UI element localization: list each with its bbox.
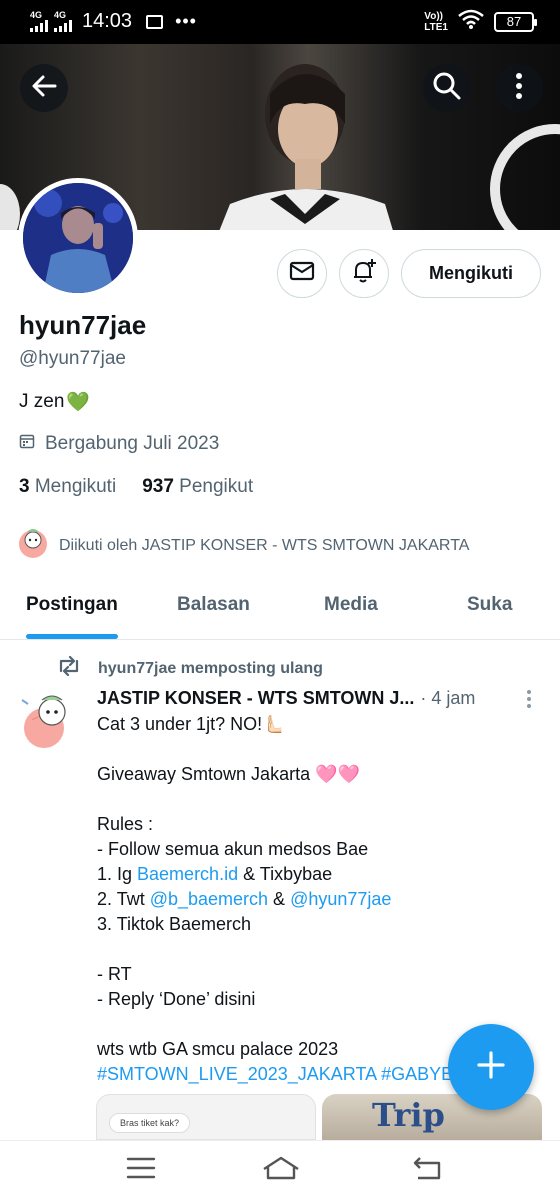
post-hashtags[interactable]: #SMTOWN_LIVE_2023_JAKARTA #GABYE	[97, 1064, 453, 1084]
profile-name: hyun77jae	[19, 310, 147, 340]
battery-indicator: 87	[494, 12, 537, 32]
post-header: JASTIP KONSER - WTS SMTOWN J... · 4 jam	[97, 688, 537, 709]
home-button[interactable]	[262, 1155, 300, 1186]
mention-hyun77jae[interactable]: @hyun77jae	[290, 889, 391, 909]
post-author-name[interactable]: JASTIP KONSER - WTS SMTOWN J...	[97, 688, 414, 709]
menu-icon	[126, 1157, 156, 1179]
back-nav-button[interactable]	[412, 1155, 442, 1186]
signal-1: 4G	[30, 11, 48, 32]
message-notification-icon	[146, 14, 164, 29]
volte-bottom: LTE1	[424, 22, 448, 33]
following-stat[interactable]: 3 Mengikuti	[19, 476, 116, 498]
avatar-photo	[23, 183, 133, 293]
tab-media[interactable]: Media	[324, 594, 378, 616]
tab-likes[interactable]: Suka	[467, 594, 512, 616]
banner-logo	[490, 124, 560, 230]
followers-count: 937	[142, 476, 174, 497]
post-rule-1: 1. Ig Baemerch.id & Tixbybae	[97, 864, 332, 884]
repost-label: hyun77jae memposting ulang	[98, 659, 323, 677]
bell-plus-icon	[350, 257, 378, 290]
volte-indicator: Vo)) LTE1	[424, 11, 448, 33]
post-rt: - RT	[97, 964, 132, 984]
notifications-button[interactable]	[339, 249, 389, 298]
network-type-2: 4G	[54, 10, 67, 20]
post-line-1: Cat 3 under 1jt? NO!🫷🏻	[97, 714, 285, 734]
active-tab-indicator	[26, 634, 118, 639]
network-type-1: 4G	[30, 10, 43, 20]
profile-tabs: Postingan Balasan Media Suka	[0, 580, 560, 640]
volte-top: Vo))	[424, 11, 443, 22]
post-rule-follow: - Follow semua akun medsos Bae	[97, 839, 369, 859]
back-arrow-icon	[30, 72, 58, 105]
bio-text: J zen	[19, 391, 65, 412]
search-icon	[432, 71, 462, 106]
plus-icon	[475, 1049, 507, 1086]
rule1-prefix: 1. Ig	[97, 864, 138, 884]
compose-button[interactable]	[448, 1024, 534, 1110]
profile-bio: J zen 💚	[19, 390, 90, 414]
post-line-2: Giveaway Smtown Jakarta 🩷🩷	[97, 764, 360, 784]
post-timestamp: · 4 jam	[420, 688, 476, 708]
follow-stats: 3 Mengikuti 937 Pengikut	[19, 476, 253, 498]
post-wts: wts wtb GA smcu palace 2023	[97, 1039, 339, 1059]
rule1-suffix: & Tixbybae	[238, 864, 333, 884]
home-icon	[263, 1156, 299, 1180]
green-heart-emoji: 💚	[66, 392, 91, 413]
banner-photo	[219, 64, 393, 230]
repost-header: hyun77jae memposting ulang	[56, 655, 323, 681]
followed-by-text: Diikuti oleh JASTIP KONSER - WTS SMTOWN …	[59, 536, 470, 554]
join-date-text: Bergabung Juli 2023	[45, 433, 220, 454]
profile-avatar[interactable]	[18, 178, 138, 298]
post-rule-3: 3. Tiktok Baemerch	[97, 914, 252, 934]
post-media-1[interactable]: Bras tiket kak?	[96, 1094, 316, 1140]
post-author-avatar[interactable]	[18, 690, 74, 750]
followers-stat[interactable]: 937 Pengikut	[142, 476, 253, 498]
following-label: Mengikuti	[34, 476, 117, 497]
rule2-mid: &	[268, 889, 291, 909]
wifi-icon	[458, 9, 484, 35]
calendar-icon	[19, 433, 35, 455]
mention-b-baemerch[interactable]: @b_baemerch	[150, 889, 268, 909]
post-rule-2: 2. Twt @b_baemerch & @hyun77jae	[97, 889, 391, 909]
post-rules-title: Rules :	[97, 814, 154, 834]
status-bar: 4G 4G 14:03 ••• Vo)) LTE1 87	[0, 0, 560, 44]
following-button[interactable]: Mengikuti	[401, 249, 541, 298]
clock: 14:03	[82, 10, 133, 32]
media-2-text: Trip	[372, 1096, 445, 1134]
media-1-chat-bubble: Bras tiket kak?	[109, 1113, 191, 1133]
search-button[interactable]	[423, 64, 471, 112]
following-count: 3	[19, 476, 30, 497]
more-notifications-icon: •••	[175, 11, 197, 31]
message-button[interactable]	[277, 249, 327, 298]
rule2-prefix: 2. Twt	[97, 889, 150, 909]
tab-replies[interactable]: Balasan	[177, 594, 250, 616]
profile-handle: @hyun77jae	[19, 348, 126, 369]
post-reply: - Reply ‘Done’ disini	[97, 989, 256, 1009]
tab-posts[interactable]: Postingan	[26, 594, 118, 616]
repost-icon	[56, 655, 82, 681]
post-more-icon[interactable]	[526, 689, 532, 714]
baemerch-link[interactable]: Baemerch.id	[137, 864, 238, 884]
recent-apps-button[interactable]	[126, 1155, 156, 1186]
signal-2: 4G	[54, 11, 72, 32]
more-vertical-icon	[515, 72, 523, 105]
envelope-icon	[289, 260, 315, 287]
back-nav-icon	[413, 1157, 441, 1180]
more-options-button[interactable]	[495, 64, 543, 112]
join-date: Bergabung Juli 2023	[19, 433, 219, 455]
followers-label: Pengikut	[179, 476, 254, 497]
system-navigation-bar	[0, 1140, 560, 1200]
follower-avatar	[17, 526, 49, 565]
back-button[interactable]	[20, 64, 68, 112]
followed-by[interactable]: Diikuti oleh JASTIP KONSER - WTS SMTOWN …	[17, 526, 469, 565]
